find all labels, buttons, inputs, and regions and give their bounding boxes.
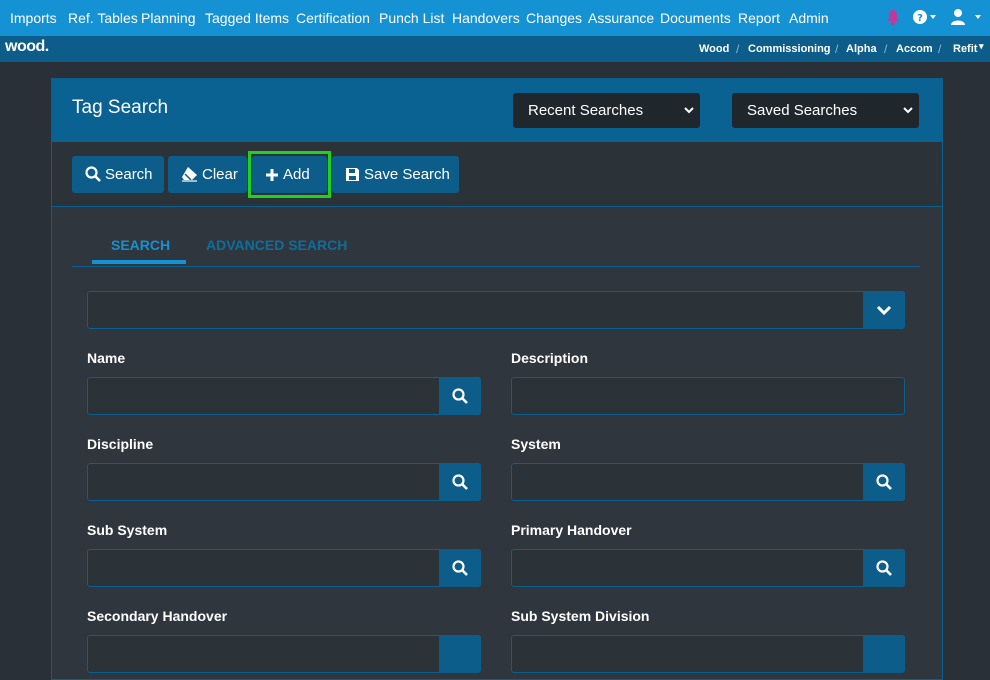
save-search-button-label: Save Search: [364, 166, 450, 183]
page-title: Tag Search: [72, 97, 169, 118]
sub-system-lookup-button[interactable]: [439, 549, 481, 587]
logo: wood.: [5, 38, 49, 55]
clear-button[interactable]: Clear: [168, 156, 247, 193]
search-icon: [876, 560, 892, 576]
nav-tagged-items[interactable]: Tagged Items: [205, 0, 289, 36]
breadcrumb-commissioning[interactable]: Commissioning: [748, 43, 831, 55]
active-tab-indicator: [92, 260, 186, 264]
filter-select[interactable]: [87, 291, 905, 329]
search-icon: [85, 166, 101, 182]
primary-handover-input[interactable]: [511, 549, 905, 587]
filter-dropdown-button[interactable]: [863, 291, 905, 329]
discipline-lookup-button[interactable]: [439, 463, 481, 501]
chevron-down-icon[interactable]: ▾: [979, 41, 984, 52]
nav-documents[interactable]: Documents: [660, 0, 731, 36]
sub-system-input[interactable]: [87, 549, 481, 587]
primary-handover-lookup-button[interactable]: [863, 549, 905, 587]
nav-imports[interactable]: Imports: [10, 0, 57, 36]
nav-ref-tables[interactable]: Ref. Tables: [68, 0, 138, 36]
search-button[interactable]: Search: [72, 156, 164, 193]
secondary-handover-label: Secondary Handover: [87, 608, 228, 624]
nav-admin[interactable]: Admin: [789, 0, 829, 36]
save-search-button[interactable]: Save Search: [332, 156, 459, 193]
tag-search-panel: Tag Search Recent Searches Saved Searche…: [51, 78, 943, 680]
breadcrumb-accom[interactable]: Accom: [896, 43, 933, 55]
description-label: Description: [511, 350, 589, 366]
nav-assurance[interactable]: Assurance: [588, 0, 654, 36]
name-lookup-button[interactable]: [439, 377, 481, 415]
bell-icon[interactable]: [886, 8, 900, 31]
secondary-handover-input[interactable]: [87, 635, 481, 673]
discipline-input[interactable]: [87, 463, 481, 501]
saved-searches-select[interactable]: Saved Searches: [732, 93, 919, 128]
sub-system-label: Sub System: [87, 522, 168, 538]
toolbar: Search Clear Add Save Search: [52, 142, 942, 207]
search-icon: [876, 474, 892, 490]
sub-system-division-input[interactable]: [511, 635, 905, 673]
breadcrumb-wood[interactable]: Wood: [699, 43, 729, 55]
panel-header: Tag Search Recent Searches Saved Searche…: [52, 79, 942, 142]
eraser-icon: [182, 167, 197, 182]
sub-system-division-lookup-button[interactable]: [863, 635, 905, 673]
breadcrumb-refit[interactable]: Refit: [953, 43, 977, 55]
secondary-handover-lookup-button[interactable]: [439, 635, 481, 673]
system-lookup-button[interactable]: [863, 463, 905, 501]
name-input[interactable]: [87, 377, 481, 415]
help-icon[interactable]: ?: [912, 8, 942, 31]
search-icon: [452, 388, 468, 404]
chevron-down-icon: [684, 107, 694, 114]
svg-text:?: ?: [917, 13, 923, 24]
breadcrumb-separator: /: [835, 42, 839, 56]
nav-punch-list[interactable]: Punch List: [379, 0, 444, 36]
name-label: Name: [87, 350, 126, 366]
add-button-highlight: [248, 151, 331, 198]
system-label: System: [511, 436, 561, 452]
save-icon: [346, 168, 359, 181]
nav-report[interactable]: Report: [738, 0, 780, 36]
breadcrumb-separator: /: [884, 42, 888, 56]
sub-system-division-label: Sub System Division: [511, 608, 650, 624]
nav-certification[interactable]: Certification: [296, 0, 370, 36]
breadcrumb-alpha[interactable]: Alpha: [846, 43, 877, 55]
search-button-label: Search: [105, 166, 153, 183]
clear-button-label: Clear: [202, 166, 238, 183]
chevron-down-icon: [876, 305, 892, 316]
recent-searches-select[interactable]: Recent Searches: [513, 93, 700, 128]
system-input[interactable]: [511, 463, 905, 501]
context-bar: [0, 36, 990, 62]
search-icon: [452, 560, 468, 576]
nav-planning[interactable]: Planning: [141, 0, 196, 36]
description-input[interactable]: [511, 377, 905, 415]
primary-handover-label: Primary Handover: [511, 522, 632, 538]
tab-divider: [72, 266, 920, 267]
search-icon: [452, 474, 468, 490]
nav-handovers[interactable]: Handovers: [452, 0, 520, 36]
breadcrumb-separator: /: [736, 42, 740, 56]
tab-advanced-search[interactable]: ADVANCED SEARCH: [206, 237, 347, 253]
top-nav: Imports Ref. Tables Planning Tagged Item…: [0, 0, 990, 36]
tab-search[interactable]: SEARCH: [111, 237, 170, 253]
chevron-down-icon: [903, 107, 913, 114]
discipline-label: Discipline: [87, 436, 154, 452]
nav-changes[interactable]: Changes: [526, 0, 582, 36]
saved-searches-label: Saved Searches: [747, 102, 858, 119]
user-icon[interactable]: [950, 8, 984, 31]
breadcrumb-separator: /: [938, 42, 942, 56]
recent-searches-label: Recent Searches: [528, 102, 644, 119]
